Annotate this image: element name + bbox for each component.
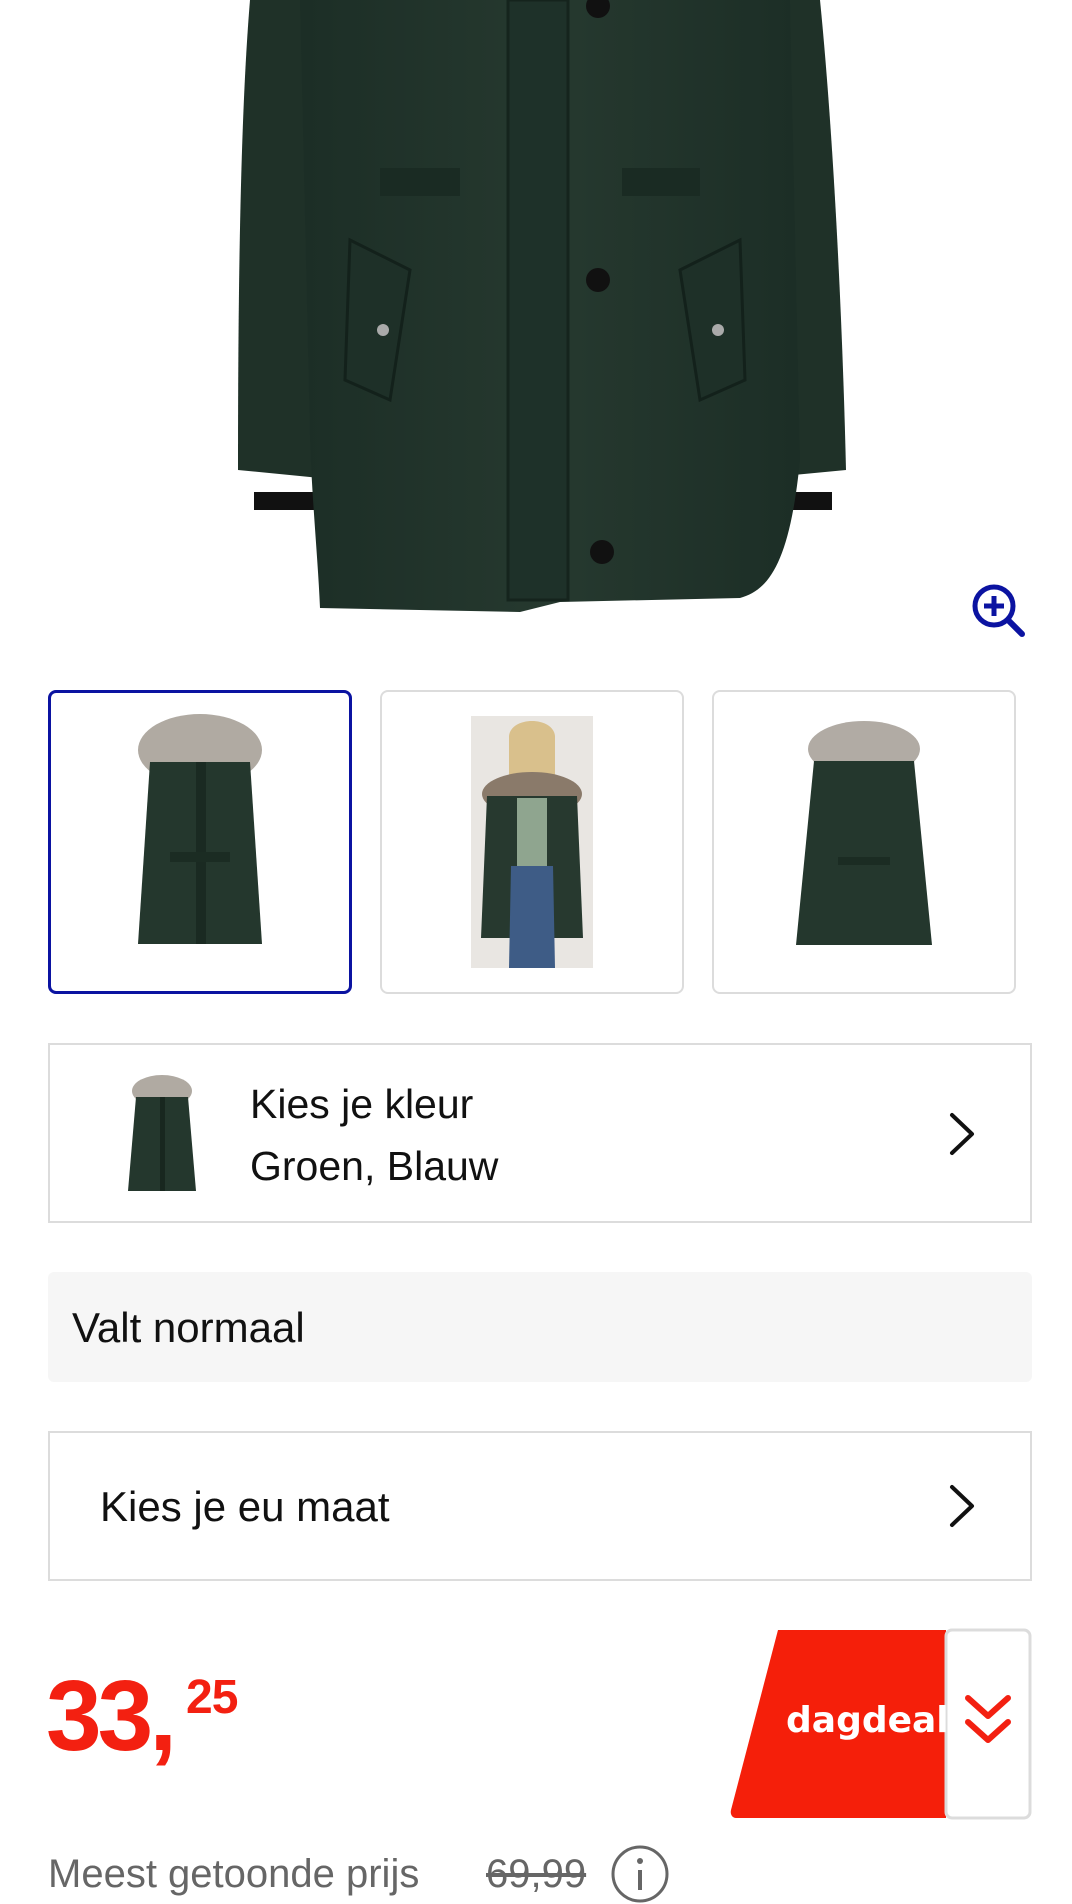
color-selector-value: Groen, Blauw [250,1143,499,1189]
parka-front-thumb [138,714,262,944]
dagdeal-label: dagdeal [786,1700,949,1741]
product-main-image[interactable] [0,0,1072,660]
color-swatch-image [128,1075,196,1191]
price-cents: 25 [186,1671,238,1724]
reference-price-label: Meest getoonde prijs [48,1852,420,1896]
thumbnail-back[interactable] [712,690,1016,994]
thumbnail-model[interactable] [380,690,684,994]
color-selector[interactable]: Kies je kleur Groen, Blauw [48,1043,1032,1223]
fit-text: Valt normaal [72,1304,305,1351]
size-selector[interactable]: Kies je eu maat [48,1431,1032,1581]
info-icon[interactable] [610,1844,670,1904]
fit-indicator: Valt normaal [48,1272,1032,1382]
parka-back-thumb [796,721,932,945]
chevron-right-icon [950,1485,974,1527]
color-selector-label: Kies je kleur [250,1081,474,1127]
zoom-in-icon[interactable] [970,582,1026,638]
reference-price-value: 69,99 [486,1852,587,1896]
price-whole: 33, [46,1660,177,1772]
chevron-right-icon [950,1113,974,1155]
parka-model-thumb [471,716,593,968]
parka-front-image [238,0,846,612]
thumbnail-front[interactable] [48,690,352,994]
size-selector-label: Kies je eu maat [100,1483,390,1530]
